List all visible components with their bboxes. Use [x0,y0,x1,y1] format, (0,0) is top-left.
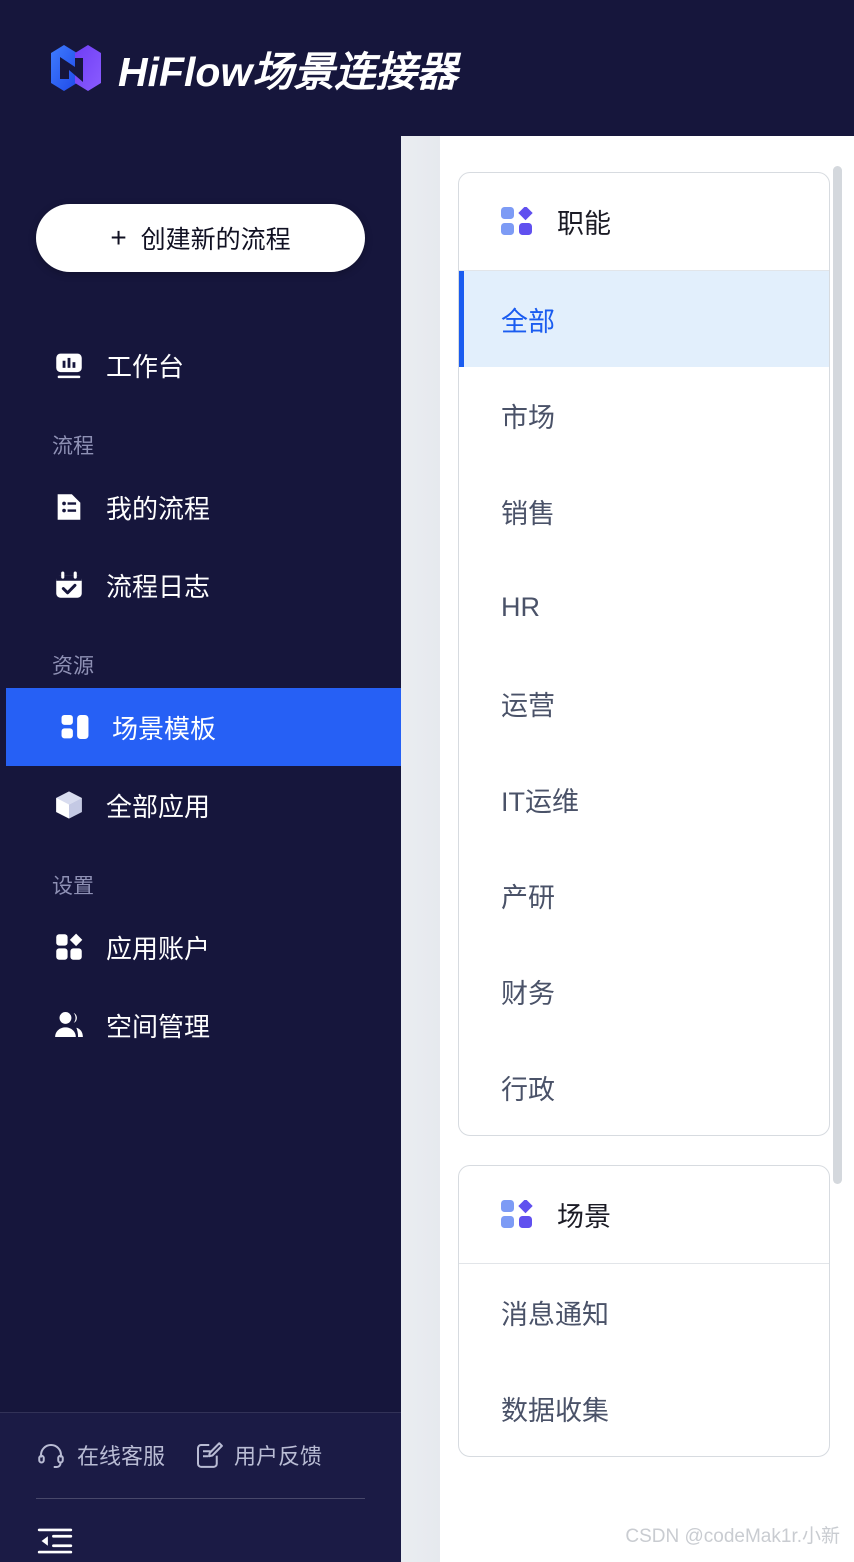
headset-icon [36,1440,66,1470]
list-item[interactable]: 销售 [459,463,829,559]
sidebar-item-space-management[interactable]: 空间管理 [0,986,401,1064]
card-header: 场景 [459,1166,829,1264]
sidebar-nav: 工作台 流程 我的流程 流程日志 资源 场景模板 全部应用 设置 应用账户 空间… [0,326,401,1064]
category-list-scene: 消息通知 数据收集 [459,1264,829,1456]
content-panel: 职能 全部 市场 销售 HR 运营 IT运维 产研 财务 行政 场景 消息通知 … [440,136,854,1562]
sidebar-footer-links: 在线客服 用户反馈 [36,1439,365,1471]
sidebar-item-label: 工作台 [106,351,185,382]
calendar-check-icon [52,568,86,602]
card-title: 职能 [557,209,611,239]
plus-icon: + [110,222,127,253]
sidebar-item-workbench[interactable]: 工作台 [0,326,401,404]
list-item[interactable]: 全部 [459,271,829,367]
category-list-function: 全部 市场 销售 HR 运营 IT运维 产研 财务 行政 [459,271,829,1135]
category-card-function: 职能 全部 市场 销售 HR 运营 IT运维 产研 财务 行政 [458,172,830,1136]
app-header: HiFlow场景连接器 [0,0,854,136]
four-dot-grid-icon [501,205,535,237]
user-feedback-link[interactable]: 用户反馈 [193,1439,322,1471]
list-item[interactable]: 产研 [459,847,829,943]
category-card-scene: 场景 消息通知 数据收集 [458,1165,830,1457]
sidebar: + 创建新的流程 工作台 流程 我的流程 流程日志 资源 场景模板 全部应用 设… [0,136,401,1562]
sidebar-item-scene-templates[interactable]: 场景模板 [6,688,401,766]
sidebar-item-flow-logs[interactable]: 流程日志 [0,546,401,624]
user-feedback-label: 用户反馈 [234,1444,323,1469]
feedback-edit-icon [193,1440,223,1470]
list-item-label: 财务 [501,978,555,1009]
list-item-label: 运营 [501,690,555,721]
app-root: HiFlow场景连接器 + 创建新的流程 工作台 流程 我的流程 流程日志 资源… [0,0,854,1562]
scrollbar-thumb[interactable] [833,166,842,1184]
sidebar-item-label: 全部应用 [106,791,211,822]
list-item[interactable]: 数据收集 [459,1360,829,1456]
list-item-label: IT运维 [501,786,579,817]
layout-grid-icon [58,710,92,744]
panel-gutter [401,136,440,1562]
apps-grid-icon [52,930,86,964]
sidebar-item-all-apps[interactable]: 全部应用 [0,766,401,844]
sidebar-item-label: 场景模板 [112,713,217,744]
list-item[interactable]: HR [459,559,829,655]
list-item-label: 市场 [501,402,555,433]
create-flow-button[interactable]: + 创建新的流程 [36,204,365,272]
sidebar-group-settings: 设置 [52,875,94,898]
collapse-sidebar-icon[interactable] [36,1528,74,1561]
list-item[interactable]: 财务 [459,943,829,1039]
create-flow-label: 创建新的流程 [140,226,291,254]
list-item-label: 全部 [501,306,555,337]
hiflow-logo-icon [48,37,104,99]
online-support-link[interactable]: 在线客服 [36,1439,165,1471]
sidebar-group-flow: 流程 [52,435,94,458]
list-item-label: HR [501,591,540,622]
sidebar-group-resource: 资源 [52,655,94,678]
vertical-scrollbar[interactable] [833,166,842,1184]
dashboard-icon [52,348,86,382]
list-item-label: 数据收集 [501,1395,609,1426]
brand-title: HiFlow场景连接器 [118,49,458,95]
card-header: 职能 [459,173,829,271]
list-item-label: 产研 [501,882,555,913]
list-item[interactable]: 消息通知 [459,1264,829,1360]
sidebar-footer: 在线客服 用户反馈 [0,1412,401,1562]
sidebar-item-label: 流程日志 [106,571,211,602]
list-item-label: 消息通知 [501,1299,609,1330]
list-item[interactable]: 运营 [459,655,829,751]
collapse-wrap [36,1499,365,1562]
list-item[interactable]: IT运维 [459,751,829,847]
list-item-label: 销售 [501,498,555,529]
online-support-label: 在线客服 [77,1444,166,1469]
sidebar-item-my-flows[interactable]: 我的流程 [0,468,401,546]
sidebar-item-label: 空间管理 [106,1011,211,1042]
sidebar-item-label: 我的流程 [106,493,211,524]
cube-icon [52,788,86,822]
sidebar-item-label: 应用账户 [106,933,211,964]
sidebar-item-app-accounts[interactable]: 应用账户 [0,908,401,986]
create-flow-button-wrap: + 创建新的流程 [0,136,401,272]
four-dot-grid-icon [501,1198,535,1230]
list-item[interactable]: 行政 [459,1039,829,1135]
watermark: CSDN @codeMak1r.小新 [625,1526,840,1547]
card-title: 场景 [557,1202,611,1232]
list-item-label: 行政 [501,1074,555,1105]
document-list-icon [52,490,86,524]
list-item[interactable]: 市场 [459,367,829,463]
users-icon [52,1008,86,1042]
